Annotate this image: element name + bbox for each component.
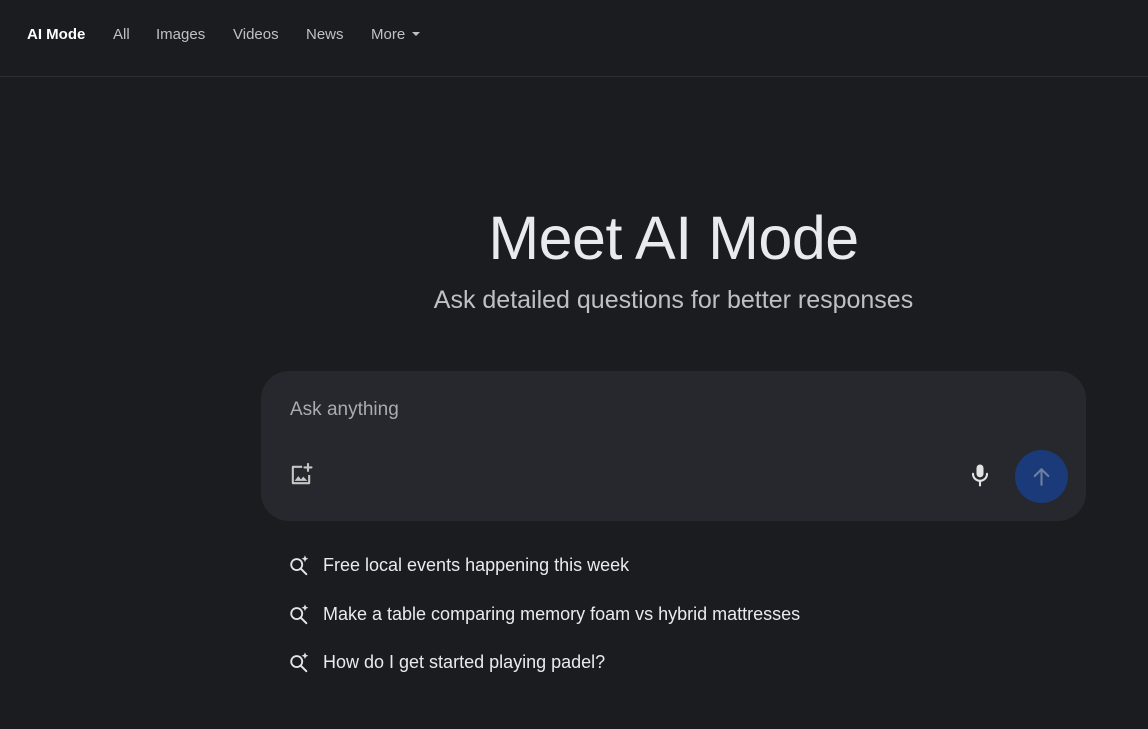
- search-sparkle-icon: [290, 652, 309, 673]
- microphone-icon[interactable]: [966, 461, 994, 489]
- top-navigation: AI Mode All Images Videos News More: [0, 0, 1148, 77]
- tab-more[interactable]: More: [371, 25, 421, 45]
- page-title: Meet AI Mode: [488, 204, 859, 272]
- add-image-icon[interactable]: [287, 461, 315, 489]
- tab-news[interactable]: News: [306, 25, 344, 45]
- tab-all[interactable]: All: [113, 25, 130, 45]
- tab-more-label: More: [371, 26, 406, 43]
- send-button[interactable]: [1015, 450, 1068, 503]
- search-sparkle-icon: [290, 555, 309, 576]
- search-box: [261, 371, 1086, 521]
- tab-ai-mode[interactable]: AI Mode: [27, 25, 85, 45]
- tab-images[interactable]: Images: [156, 25, 205, 45]
- tab-videos[interactable]: Videos: [233, 25, 279, 45]
- suggestion-text: How do I get started playing padel?: [323, 652, 606, 672]
- suggestion-item[interactable]: Free local events happening this week: [288, 548, 988, 597]
- suggestion-list: Free local events happening this week Ma…: [288, 548, 988, 694]
- arrow-up-icon: [1033, 468, 1050, 486]
- page-subtitle: Ask detailed questions for better respon…: [433, 286, 914, 314]
- suggestion-text: Make a table comparing memory foam vs hy…: [323, 603, 801, 624]
- suggestion-item[interactable]: Make a table comparing memory foam vs hy…: [288, 597, 988, 646]
- suggestion-text: Free local events happening this week: [323, 555, 630, 575]
- search-sparkle-icon: [290, 603, 309, 624]
- suggestion-item[interactable]: How do I get started playing padel?: [288, 645, 988, 694]
- search-input[interactable]: [288, 395, 1052, 425]
- caret-down-icon: [412, 32, 421, 37]
